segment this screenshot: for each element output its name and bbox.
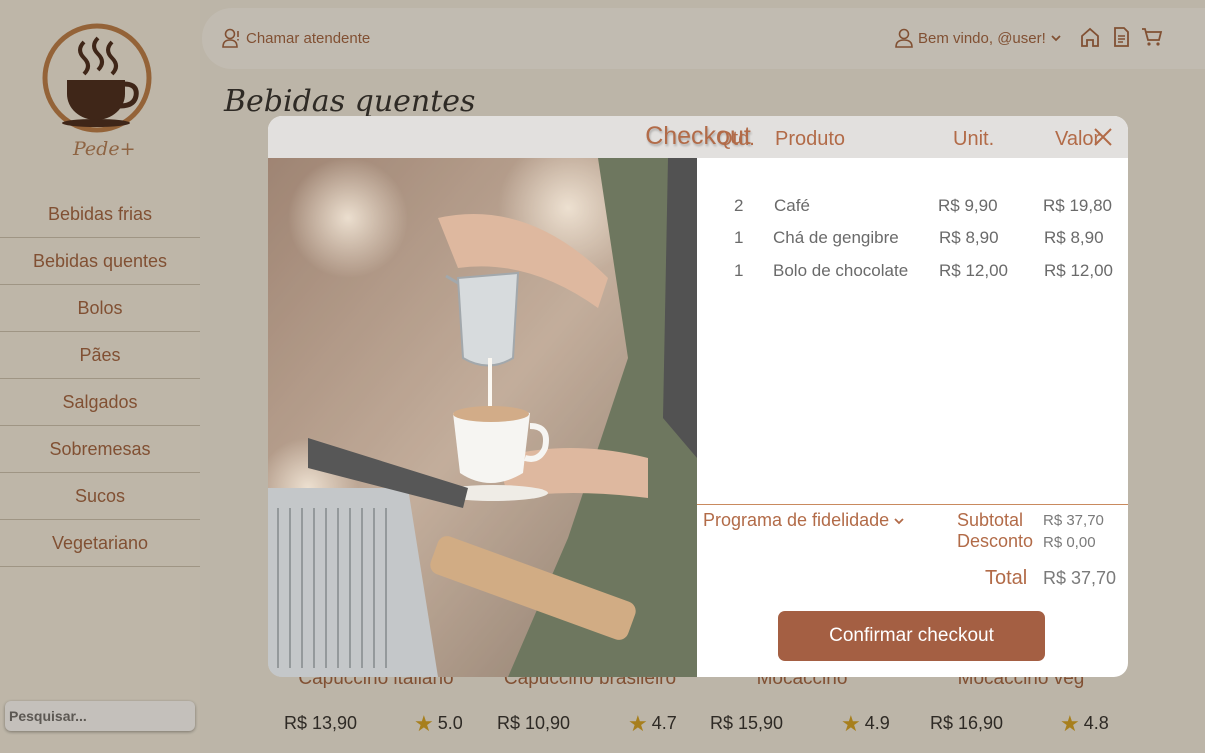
value-header: Valor — [1055, 128, 1101, 150]
barista-photo — [268, 158, 697, 677]
row-qty: 1 — [734, 228, 744, 247]
discount-value: R$ 0,00 — [1043, 534, 1096, 551]
chevron-down-icon — [894, 517, 904, 524]
row-unit: R$ 12,00 — [939, 261, 1008, 280]
subtotal-value: R$ 37,70 — [1043, 512, 1104, 529]
loyalty-program-dropdown[interactable]: Programa de fidelidade — [703, 510, 905, 531]
row-qty: 2 — [734, 196, 744, 215]
modal-header: Checkout — [268, 116, 1128, 158]
confirm-checkout-button[interactable]: Confirmar checkout — [778, 611, 1045, 661]
qty-header: Qtd. — [717, 128, 755, 150]
row-product: Chá de gengibre — [773, 228, 899, 247]
product-header: Produto — [775, 128, 846, 150]
subtotal-label: Subtotal — [957, 510, 1024, 530]
row-unit: R$ 9,90 — [938, 196, 998, 215]
row-value: R$ 19,80 — [1043, 196, 1112, 215]
summary-divider — [697, 504, 1128, 505]
loyalty-program-label: Programa de fidelidade — [703, 510, 890, 530]
row-value: R$ 8,90 — [1044, 228, 1104, 247]
total-label: Total — [985, 567, 1028, 589]
total-value: R$ 37,70 — [1043, 568, 1117, 588]
modal-title: Checkout — [645, 122, 751, 150]
row-qty: 1 — [734, 261, 744, 280]
row-product: Bolo de chocolate — [773, 261, 909, 280]
row-value: R$ 12,00 — [1044, 261, 1113, 280]
unit-header: Unit. — [953, 128, 995, 150]
row-unit: R$ 8,90 — [939, 228, 999, 247]
checkout-modal: Checkout Qtd. Produto Unit. Valor 2 Café… — [268, 116, 1128, 677]
row-product: Café — [774, 196, 810, 215]
discount-label: Desconto — [957, 531, 1034, 551]
